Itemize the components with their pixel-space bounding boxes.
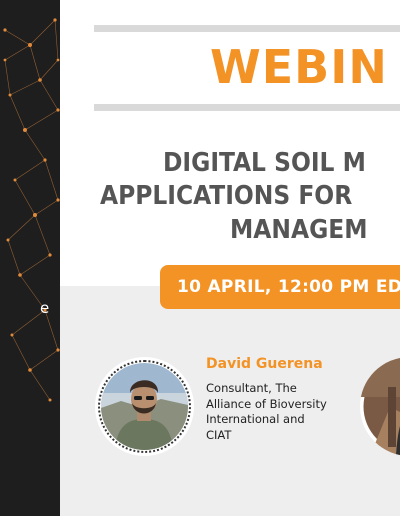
speaker-affiliation-line: Alliance of Bioversity (206, 396, 327, 411)
left-panel-text-fragment: e (40, 299, 50, 317)
title-top-divider (94, 25, 400, 32)
speaker-avatar (95, 357, 194, 456)
date-time-badge: 10 APRIL, 12:00 PM EDT (160, 265, 400, 309)
speaker-affiliation-line: International and (206, 412, 305, 426)
speaker-photo (101, 363, 188, 450)
network-pattern-graphic (3, 18, 60, 402)
webinar-flyer: WEBIN DIGITAL SOIL M APPLICATIONS FOR MA… (60, 0, 400, 516)
webinar-title: WEBIN (210, 40, 388, 94)
speaker-affiliation-line: CIAT (206, 427, 232, 442)
subtitle-line-1: DIGITAL SOIL M (163, 148, 366, 178)
speaker-affiliation-line: Consultant, The (206, 381, 297, 395)
date-time-text: 10 APRIL, 12:00 PM EDT (177, 277, 400, 297)
speaker-name: David Guerena (206, 356, 323, 372)
subtitle-line-2: APPLICATIONS FOR (100, 181, 353, 211)
speaker-affiliation: Consultant, The Alliance of Bioversity I… (206, 381, 356, 443)
network-graphic-panel: e (0, 0, 60, 516)
title-bottom-divider (94, 104, 400, 111)
subtitle-line-3: MANAGEM (230, 215, 368, 245)
